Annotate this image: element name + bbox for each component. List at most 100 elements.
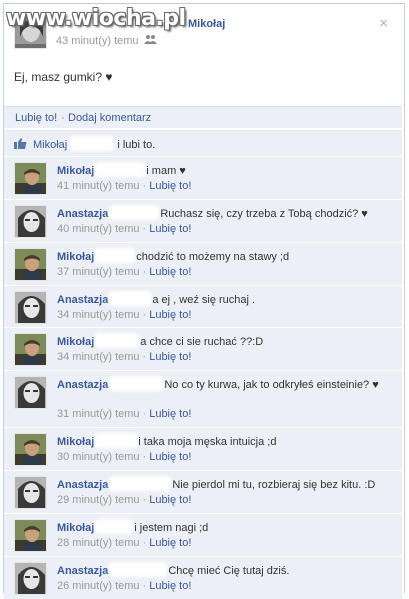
- redacted-surname: [111, 207, 158, 218]
- comment-like-link[interactable]: Lubię to!: [149, 537, 191, 549]
- comment-item: Mikołaj i taka moja męska intuicja ;d 30 m…: [4, 427, 402, 470]
- comment-text: i taka moja męska intuicja ;d: [138, 436, 277, 448]
- commenter-name-link[interactable]: Anastazja: [57, 565, 108, 577]
- comment-meta: 41 minut(y) temu · Lubię to!: [57, 180, 191, 192]
- comment-timestamp[interactable]: 28 minut(y) temu: [57, 537, 140, 549]
- comment-item: Anastazja Chcę mieć Cię tutaj dziś. 26 min…: [4, 556, 402, 599]
- post-timestamp[interactable]: 43 minut(y) temu: [56, 34, 157, 47]
- meta-separator: ·: [142, 408, 147, 420]
- comment-like-link[interactable]: Lubię to!: [149, 494, 191, 506]
- comment-timestamp[interactable]: 34 minut(y) temu: [57, 351, 140, 363]
- comment-timestamp[interactable]: 30 minut(y) temu: [57, 451, 140, 463]
- commenter-name-link[interactable]: Mikołaj: [57, 522, 94, 534]
- comment-meta: 40 minut(y) temu · Lubię to!: [57, 223, 191, 235]
- commenter-avatar[interactable]: [14, 291, 47, 324]
- comment-text: i jestem nagi ;d: [134, 522, 209, 534]
- commenter-avatar[interactable]: [14, 162, 47, 195]
- commenter-name-link[interactable]: Mikołaj: [57, 436, 94, 448]
- comment-item: Mikołaj a chce ci sie ruchać ??:D 34 minut…: [4, 327, 402, 370]
- comment-meta: 30 minut(y) temu · Lubię to!: [57, 451, 191, 463]
- comment-text: a chce ci sie ruchać ??:D: [140, 336, 264, 348]
- commenter-avatar[interactable]: [14, 205, 47, 238]
- comment-meta: 31 minut(y) temu · Lubię to!: [57, 408, 191, 420]
- comment-text: No co ty kurwa, jak to odkryłeś einstein…: [164, 379, 379, 391]
- like-link[interactable]: Lubię to!: [15, 112, 57, 124]
- comment-like-link[interactable]: Lubię to!: [149, 180, 191, 192]
- comment-item: Mikołaj i mam ♥ 41 minut(y) temu · Lubię to!: [4, 156, 402, 199]
- meta-separator: ·: [142, 180, 147, 192]
- redacted-surname: [97, 250, 134, 261]
- comment-text: Chcę mieć Cię tutaj dziś.: [168, 565, 290, 577]
- comment-body: Anastazja Chcę mieć Cię tutaj dziś.: [57, 564, 392, 578]
- commenter-name-link[interactable]: Mikołaj: [57, 165, 94, 177]
- comment-meta: 29 minut(y) temu · Lubię to!: [57, 494, 191, 506]
- site-watermark: www.wiocha.pl: [6, 6, 186, 31]
- commenter-avatar[interactable]: [14, 519, 47, 552]
- comment-like-link[interactable]: Lubię to!: [149, 309, 191, 321]
- meta-separator: ·: [142, 351, 147, 363]
- comment-like-link[interactable]: Lubię to!: [149, 351, 191, 363]
- commenter-avatar[interactable]: [14, 333, 47, 366]
- redacted-surname: [111, 564, 166, 575]
- comment-timestamp[interactable]: 29 minut(y) temu: [57, 494, 140, 506]
- comment-like-link[interactable]: Lubię to!: [149, 408, 191, 420]
- post-time-label: 43 minut(y) temu: [56, 35, 139, 47]
- comment-body: Mikołaj i taka moja męska intuicja ;d: [57, 435, 392, 449]
- comment-meta: 37 minut(y) temu · Lubię to!: [57, 266, 191, 278]
- meta-separator: ·: [142, 223, 147, 235]
- friends-icon[interactable]: [143, 35, 157, 47]
- redacted-surname: [97, 164, 144, 175]
- comment-item: Anastazja Ruchasz się, czy trzeba z Tobą …: [4, 199, 402, 242]
- comment-like-link[interactable]: Lubię to!: [149, 266, 191, 278]
- comment-timestamp[interactable]: 34 minut(y) temu: [57, 309, 140, 321]
- meta-separator: ·: [142, 309, 147, 321]
- comment-item: Mikołaj i jestem nagi ;d 28 minut(y) temu ·…: [4, 513, 402, 556]
- redacted-surname: [72, 138, 113, 149]
- tagged-user-link[interactable]: Mikołaj: [188, 18, 225, 30]
- comment-timestamp[interactable]: 26 minut(y) temu: [57, 580, 140, 592]
- comment-body: Mikołaj i mam ♥: [57, 164, 392, 178]
- comment-body: Mikołaj chodzić to możemy na stawy ;d: [57, 250, 392, 264]
- close-icon[interactable]: ×: [379, 16, 388, 31]
- comment-like-link[interactable]: Lubię to!: [149, 451, 191, 463]
- comment-body: Mikołaj i jestem nagi ;d: [57, 521, 392, 535]
- comment-meta: 34 minut(y) temu · Lubię to!: [57, 309, 191, 321]
- commenter-avatar[interactable]: [14, 433, 47, 466]
- likes-suffix: i lubi to.: [117, 139, 156, 151]
- commenter-name-link[interactable]: Mikołaj: [57, 336, 94, 348]
- commenter-name-link[interactable]: Anastazja: [57, 294, 108, 306]
- comments-list: Mikołaj i mam ♥ 41 minut(y) temu · Lubię to!…: [4, 156, 402, 599]
- meta-separator: ·: [142, 580, 147, 592]
- commenter-name-link[interactable]: Anastazja: [57, 379, 108, 391]
- comment-like-link[interactable]: Lubię to!: [149, 223, 191, 235]
- redacted-surname: [111, 378, 162, 389]
- commenter-name-link[interactable]: Anastazja: [57, 479, 108, 491]
- redacted-surname: [111, 478, 170, 489]
- commenter-name-link[interactable]: Mikołaj: [57, 251, 94, 263]
- add-comment-link[interactable]: Dodaj komentarz: [68, 112, 151, 124]
- liker-link[interactable]: Mikołaj: [33, 139, 67, 151]
- commenter-avatar[interactable]: [14, 562, 47, 595]
- comment-like-link[interactable]: Lubię to!: [149, 580, 191, 592]
- likes-text: Mikołaj i lubi to.: [33, 138, 155, 151]
- comment-text: Nie pierdol mi tu, rozbieraj się bez kit…: [172, 479, 376, 491]
- commenter-avatar[interactable]: [14, 476, 47, 509]
- redacted-surname: [97, 435, 136, 446]
- commenter-avatar[interactable]: [14, 248, 47, 281]
- comment-timestamp[interactable]: 40 minut(y) temu: [57, 223, 140, 235]
- comment-meta: 34 minut(y) temu · Lubię to!: [57, 351, 191, 363]
- comment-timestamp[interactable]: 31 minut(y) temu: [57, 408, 140, 420]
- meta-separator: ·: [142, 494, 147, 506]
- comment-item: Mikołaj chodzić to możemy na stawy ;d 37 m…: [4, 242, 402, 285]
- comment-item: Anastazja Nie pierdol mi tu, rozbieraj si…: [4, 470, 402, 513]
- commenter-avatar[interactable]: [14, 376, 47, 409]
- meta-separator: ·: [142, 266, 147, 278]
- comment-meta: 28 minut(y) temu · Lubię to!: [57, 537, 191, 549]
- status-text: Ej, masz gumki? ♥: [14, 70, 113, 84]
- commenter-name-link[interactable]: Anastazja: [57, 208, 108, 220]
- comment-item: Anastazja a ej , weź się ruchaj . 34 minut…: [4, 285, 402, 327]
- comment-body: Anastazja No co ty kurwa, jak to odkryłeś…: [57, 378, 392, 392]
- comment-timestamp[interactable]: 41 minut(y) temu: [57, 180, 140, 192]
- comment-timestamp[interactable]: 37 minut(y) temu: [57, 266, 140, 278]
- comment-text: a ej , weź się ruchaj .: [152, 294, 256, 306]
